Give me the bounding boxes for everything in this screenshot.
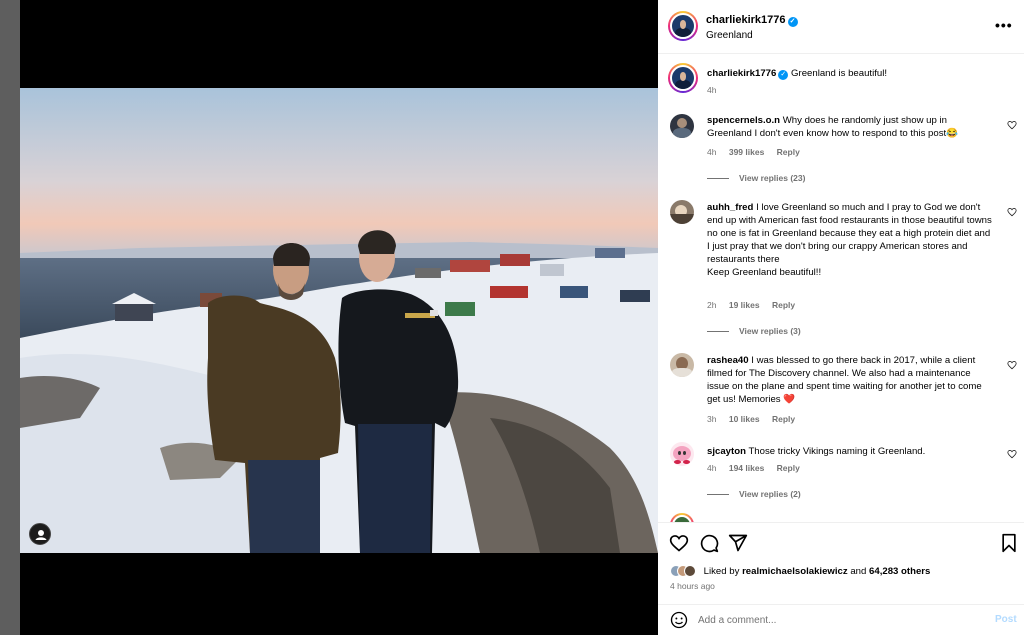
comment-likes[interactable]: 194 likes	[729, 463, 764, 473]
comment-likes[interactable]: 10 likes	[729, 414, 760, 424]
view-replies-button[interactable]: View replies (2)	[707, 489, 801, 499]
comment-body: I was blessed to go there back in 2017, …	[707, 355, 982, 405]
comment-body: I love Greenland so much and I pray to G…	[707, 202, 992, 278]
like-comment-icon[interactable]	[1007, 360, 1017, 370]
user-icon	[35, 530, 47, 540]
liker-avatar	[684, 565, 696, 577]
bookmark-icon[interactable]	[999, 533, 1019, 553]
comment-meta: 2h 19 likes Reply	[707, 300, 805, 310]
liked-by-username[interactable]: realmichaelsolakiewicz	[742, 566, 848, 577]
reply-button[interactable]: Reply	[772, 300, 795, 310]
verified-icon: ✓	[778, 70, 789, 80]
comment-avatar[interactable]	[670, 353, 694, 377]
author-avatar[interactable]	[668, 11, 698, 41]
comment-composer: Post	[658, 604, 1024, 635]
comment-meta: 4h 194 likes Reply	[707, 463, 810, 473]
comment-age: 3h	[707, 414, 717, 424]
comment-likes[interactable]: 19 likes	[729, 300, 760, 310]
comment-meta: 3h 10 likes Reply	[707, 414, 805, 424]
comment-text: rashea40 I was blessed to go there back …	[707, 354, 992, 406]
post-header: charliekirk1776 ✓ Greenland •••	[658, 0, 1024, 54]
caption-age: 4h	[707, 85, 717, 95]
comment-text: spencernels.o.n Why does he randomly jus…	[707, 114, 992, 140]
liked-by-text: Liked by realmichaelsolakiewicz and 64,2…	[704, 566, 931, 577]
comment-meta: 4h 399 likes Reply	[707, 147, 810, 157]
like-comment-icon[interactable]	[1007, 207, 1017, 217]
like-comment-icon[interactable]	[1007, 120, 1017, 130]
liked-by-prefix: Liked by	[703, 565, 740, 577]
caption: charliekirk1776 ✓ Greenland is beautiful!	[707, 67, 992, 80]
view-replies-label[interactable]: View replies (2)	[739, 489, 801, 499]
emoji-icon[interactable]	[670, 611, 688, 629]
view-replies-button[interactable]: View replies (3)	[707, 326, 801, 336]
reply-button[interactable]: Reply	[777, 463, 800, 473]
caption-text: Greenland is beautiful!	[791, 68, 888, 79]
post-comment-button[interactable]: Post	[995, 614, 1017, 625]
verified-icon: ✓	[787, 17, 798, 27]
liked-by-and: and	[850, 565, 867, 577]
tagged-users-button[interactable]	[29, 523, 51, 545]
comment-input[interactable]	[698, 612, 978, 629]
post-location[interactable]: Greenland	[706, 30, 753, 41]
comment-likes[interactable]: 399 likes	[729, 147, 764, 157]
view-replies-button[interactable]: View replies (23)	[707, 173, 805, 183]
like-heart-icon[interactable]	[669, 533, 689, 553]
view-replies-label[interactable]: View replies (3)	[739, 326, 801, 336]
reply-button[interactable]: Reply	[777, 147, 800, 157]
comment-age: 2h	[707, 300, 717, 310]
comment-bubble-icon[interactable]	[699, 533, 719, 553]
post-media[interactable]	[20, 0, 658, 635]
comment-username[interactable]: auhh_fred	[707, 202, 753, 213]
author-username-header[interactable]: charliekirk1776 ✓	[706, 14, 798, 27]
post-photo	[20, 88, 658, 553]
post-timestamp[interactable]: 4 hours ago	[670, 581, 715, 591]
comment-text: auhh_fred I love Greenland so much and I…	[707, 201, 992, 279]
more-options-icon[interactable]: •••	[995, 18, 1013, 32]
share-paper-plane-icon[interactable]	[728, 533, 748, 553]
reply-button[interactable]: Reply	[772, 414, 795, 424]
comment-username[interactable]: rashea40	[707, 355, 749, 366]
post-side-panel: charliekirk1776 ✓ Greenland ••• charlieki…	[658, 0, 1024, 635]
author-username-text[interactable]: charliekirk1776	[706, 14, 786, 26]
view-replies-label[interactable]: View replies (23)	[739, 173, 805, 183]
comment-username[interactable]: spencernels.o.n	[707, 115, 780, 126]
liked-by-row[interactable]: Liked by realmichaelsolakiewicz and 64,2…	[670, 565, 930, 577]
comment-avatar[interactable]	[670, 200, 694, 224]
liked-by-others[interactable]: 64,283 others	[869, 566, 930, 577]
comment-age: 4h	[707, 147, 717, 157]
comments-list[interactable]: charliekirk1776 ✓ Greenland is beautiful!…	[658, 55, 1024, 522]
comment-age: 4h	[707, 463, 717, 473]
instagram-post-view: charliekirk1776 ✓ Greenland ••• charlieki…	[0, 0, 1024, 635]
comment-avatar[interactable]	[670, 513, 694, 522]
like-comment-icon[interactable]	[1007, 449, 1017, 459]
comment-username[interactable]: sjcayton	[707, 446, 746, 457]
caption-author-avatar[interactable]	[668, 63, 698, 93]
post-actions: Liked by realmichaelsolakiewicz and 64,2…	[658, 522, 1024, 600]
comment-body: Those tricky Vikings naming it Greenland…	[748, 446, 926, 457]
comment-avatar[interactable]	[670, 114, 694, 138]
caption-author-username[interactable]: charliekirk1776	[707, 68, 776, 79]
comment-text: sjcayton Those tricky Vikings naming it …	[707, 445, 992, 458]
comment-avatar[interactable]	[670, 442, 694, 466]
